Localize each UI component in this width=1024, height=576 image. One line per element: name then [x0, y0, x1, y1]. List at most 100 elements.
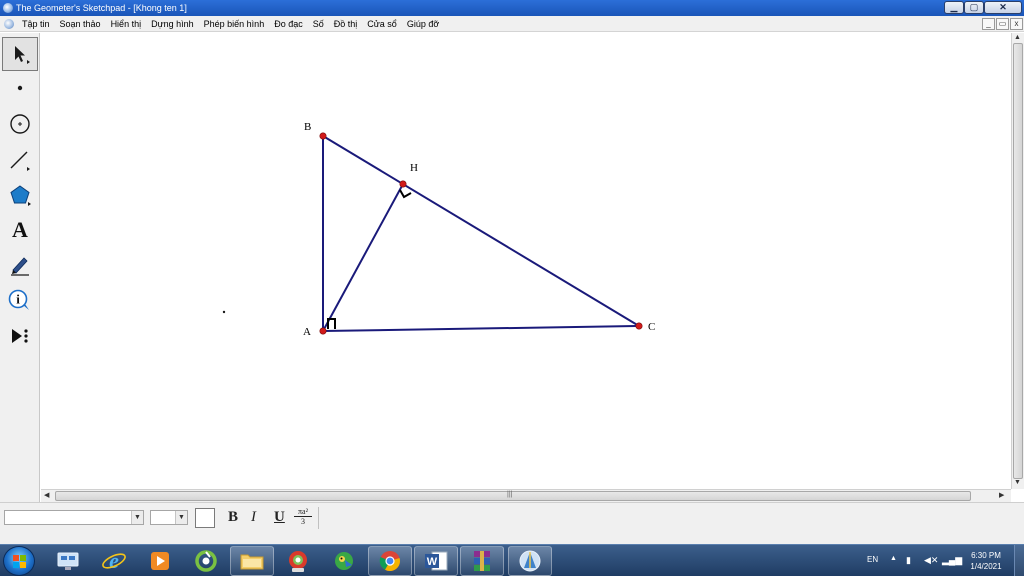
scroll-up-icon[interactable]: ▲: [1014, 34, 1021, 41]
right-angle-mark-h[interactable]: [399, 189, 412, 199]
segment-bc[interactable]: [322, 135, 640, 327]
start-button[interactable]: [3, 546, 35, 576]
point-tool[interactable]: [2, 71, 38, 105]
compass-tool[interactable]: [2, 107, 38, 141]
marker-tool[interactable]: [2, 248, 38, 282]
taskbar-geometers-sketchpad[interactable]: [508, 546, 552, 576]
network-adapter-icon[interactable]: ▮: [906, 555, 911, 566]
point-b[interactable]: [319, 132, 327, 140]
status-strip: [0, 532, 1024, 544]
scroll-down-icon[interactable]: ▼: [1014, 479, 1021, 486]
vertical-scrollbar[interactable]: ▲ ▼: [1011, 33, 1024, 489]
minimize-button[interactable]: ▁: [944, 1, 964, 14]
taskbar-parrot-app[interactable]: [322, 546, 366, 576]
point-label-c[interactable]: C: [648, 321, 655, 333]
clock-time: 6:30 PM: [971, 551, 1001, 560]
chevron-down-icon[interactable]: ▼: [131, 511, 143, 524]
point-label-h[interactable]: H: [410, 162, 418, 174]
taskbar-internet-explorer[interactable]: e: [92, 546, 136, 576]
taskbar-winrar[interactable]: [460, 546, 504, 576]
chevron-down-icon[interactable]: ▼: [175, 511, 187, 524]
document-minimize-button[interactable]: _: [982, 18, 995, 30]
taskbar-remote-desktop[interactable]: [46, 546, 90, 576]
vertical-scroll-thumb[interactable]: [1013, 43, 1023, 479]
info-glyph: i: [16, 292, 20, 307]
info-icon: i: [8, 289, 29, 310]
font-family-select[interactable]: ▼: [4, 510, 144, 525]
language-indicator[interactable]: EN: [867, 555, 878, 564]
pentagon-icon: [10, 185, 31, 206]
point-c[interactable]: [635, 322, 643, 330]
taskbar-green-app[interactable]: [184, 546, 228, 576]
arrow-icon: [15, 46, 30, 64]
italic-button[interactable]: I: [251, 509, 256, 527]
play-more-icon: [12, 329, 28, 343]
system-tray: EN ▲ ▮ ◀✕ ▂▄▆ 6:30 PM 1/4/2021: [860, 545, 1024, 576]
svg-text:e: e: [109, 549, 119, 573]
menu-graph[interactable]: Đồ thị: [334, 16, 358, 32]
pen-icon: [11, 257, 29, 276]
information-tool[interactable]: i: [2, 283, 38, 317]
point-label-a[interactable]: A: [303, 326, 311, 338]
text-tool[interactable]: A: [2, 213, 38, 247]
menu-number[interactable]: Số: [313, 16, 324, 32]
menu-window[interactable]: Cửa sổ: [367, 16, 397, 32]
taskbar-chrome[interactable]: [368, 546, 412, 576]
ie-icon: e: [102, 549, 126, 573]
taskbar-file-explorer[interactable]: [230, 546, 274, 576]
menu-construct[interactable]: Dựng hình: [151, 16, 194, 32]
sketch-drawing: [222, 132, 643, 335]
maximize-button[interactable]: ▢: [964, 1, 984, 14]
point-label-b[interactable]: B: [304, 121, 311, 133]
clock[interactable]: 6:30 PM 1/4/2021: [964, 550, 1008, 572]
sketch-canvas[interactable]: B H A C: [41, 33, 1011, 489]
document-restore-button[interactable]: ▭: [996, 18, 1009, 30]
underline-button[interactable]: U: [274, 509, 285, 527]
document-close-button[interactable]: x: [1010, 18, 1023, 30]
segment-ac[interactable]: [322, 325, 640, 332]
scroll-right-icon[interactable]: ▶: [999, 491, 1004, 499]
horizontal-scroll-thumb[interactable]: [55, 491, 971, 501]
winrar-icon: [474, 551, 490, 571]
menu-transform[interactable]: Phép biến hình: [204, 16, 265, 32]
menu-bar: Tập tin Soạn thảo Hiển thị Dựng hình Phé…: [0, 16, 1024, 32]
menu-file[interactable]: Tập tin: [22, 16, 50, 32]
bold-button[interactable]: B: [228, 509, 238, 527]
polygon-tool[interactable]: [2, 178, 38, 212]
menu-items: Tập tin Soạn thảo Hiển thị Dựng hình Phé…: [22, 16, 449, 32]
volume-muted-icon[interactable]: ◀✕: [924, 555, 938, 566]
menu-measure[interactable]: Đo đạc: [274, 16, 303, 32]
point-a[interactable]: [319, 327, 327, 335]
text-color-swatch[interactable]: [195, 508, 215, 528]
show-hidden-icons-icon[interactable]: ▲: [890, 555, 897, 562]
taskbar-coccoc-browser[interactable]: [276, 546, 320, 576]
toolbar-separator: [318, 507, 319, 529]
selection-arrow-tool[interactable]: [2, 37, 38, 71]
math-format-bottom: 3: [301, 517, 305, 526]
scroll-left-icon[interactable]: ◀: [44, 491, 49, 499]
stray-dot: [222, 310, 226, 314]
point-h[interactable]: [399, 180, 407, 188]
taskbar: e W EN ▲ ▮ ◀✕ ▂▄▆ 6:30 PM 1/4/2021: [0, 544, 1024, 576]
straightedge-tool[interactable]: [2, 143, 38, 177]
math-format-button[interactable]: πa² 3: [294, 507, 312, 526]
sketchpad-icon: [519, 550, 541, 572]
show-desktop-button[interactable]: [1014, 545, 1024, 576]
segment-ah[interactable]: [322, 183, 404, 332]
svg-text:W: W: [427, 556, 438, 568]
title-bar: The Geometer's Sketchpad - [Khong ten 1]…: [0, 0, 1024, 16]
menu-display[interactable]: Hiển thị: [111, 16, 142, 32]
text-a-icon: A: [12, 217, 28, 242]
math-format-top: πa²: [294, 507, 312, 517]
horizontal-scrollbar[interactable]: ◀ ||| ▶: [41, 489, 1011, 502]
menu-edit[interactable]: Soạn thảo: [60, 16, 101, 32]
signal-strength-icon[interactable]: ▂▄▆: [942, 555, 962, 566]
menu-help[interactable]: Giúp đỡ: [407, 16, 439, 32]
font-size-select[interactable]: ▼: [150, 510, 188, 525]
sketchpad-app-icon[interactable]: [3, 3, 13, 13]
custom-tool[interactable]: [2, 319, 38, 353]
taskbar-media-player[interactable]: [138, 546, 182, 576]
close-button[interactable]: ✕: [984, 1, 1022, 14]
document-icon[interactable]: [4, 19, 14, 29]
taskbar-word[interactable]: W: [414, 546, 458, 576]
